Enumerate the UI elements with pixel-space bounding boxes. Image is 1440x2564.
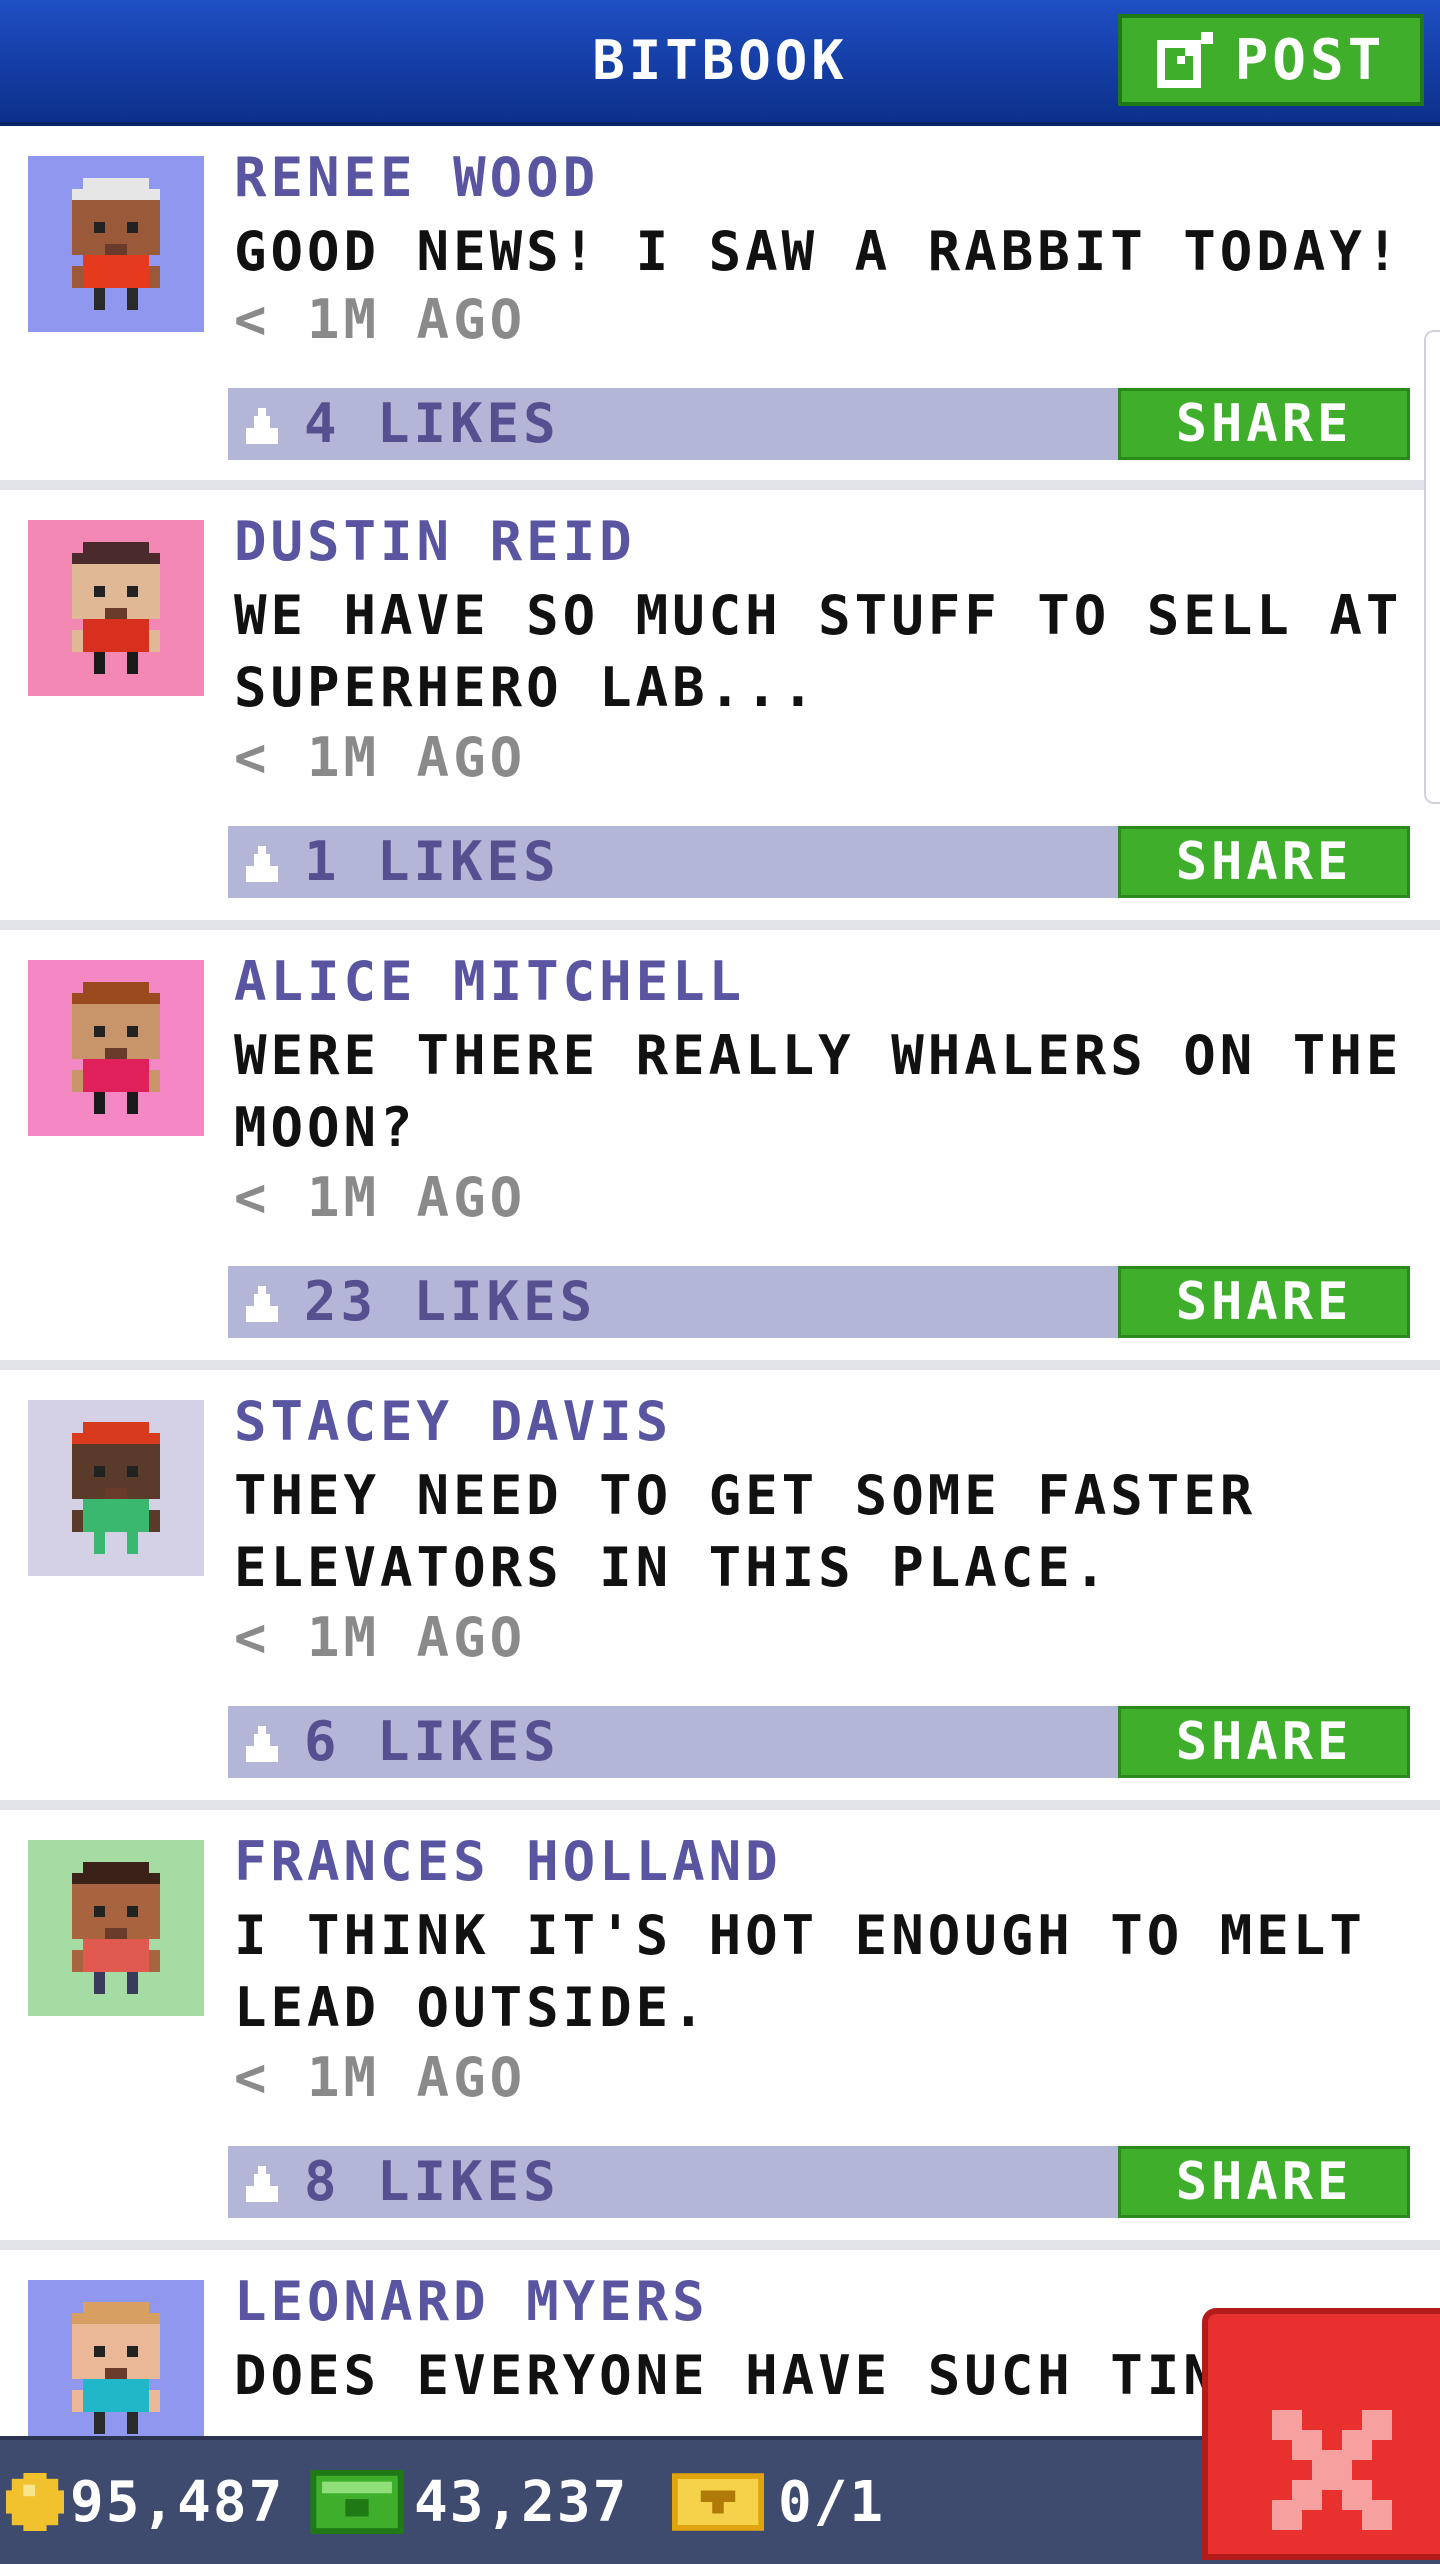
avatar[interactable] — [28, 1400, 204, 1576]
bux-stat: 43,237 — [310, 2440, 628, 2564]
post-message: WERE THERE REALLY WHALERS ON THE MOON? — [234, 1024, 1403, 1159]
compose-icon — [1156, 32, 1213, 88]
post-button-label: POST — [1234, 27, 1386, 93]
likes-count: 6 LIKES — [304, 1710, 560, 1773]
tickets-stat: 0/1 — [672, 2440, 885, 2564]
likes-bar: 1 LIKES SHARE — [228, 826, 1410, 898]
feed-post: ALICE MITCHELL WERE THERE REALLY WHALERS… — [0, 930, 1440, 1370]
coin-icon — [6, 2473, 64, 2531]
character-sprite — [72, 2302, 160, 2434]
post-author[interactable]: FRANCES HOLLAND — [234, 1830, 782, 1893]
bux-icon — [310, 2470, 404, 2534]
post-time: < 1M AGO — [234, 726, 527, 789]
likes-count: 4 LIKES — [304, 392, 560, 455]
post-author[interactable]: LEONARD MYERS — [234, 2270, 709, 2333]
likes-bar: 6 LIKES SHARE — [228, 1706, 1410, 1778]
like-icon[interactable] — [242, 408, 282, 448]
post-time: < 1M AGO — [234, 288, 527, 351]
share-button[interactable]: SHARE — [1118, 1266, 1410, 1338]
coins-stat: 95,487 — [6, 2440, 284, 2564]
close-button[interactable] — [1202, 2308, 1440, 2560]
share-button[interactable]: SHARE — [1118, 2146, 1410, 2218]
post-time: < 1M AGO — [234, 1166, 527, 1229]
like-icon[interactable] — [242, 1726, 282, 1766]
post-author[interactable]: DUSTIN REID — [234, 510, 636, 573]
bux-count: 43,237 — [414, 2469, 629, 2535]
tickets-count: 0/1 — [778, 2469, 886, 2535]
scrollbar[interactable] — [1424, 330, 1440, 804]
avatar[interactable] — [28, 520, 204, 696]
coins-count: 95,487 — [70, 2469, 285, 2535]
app-header: BITBOOK POST — [0, 0, 1440, 126]
post-time: < 1M AGO — [234, 2046, 527, 2109]
likes-bar: 8 LIKES SHARE — [228, 2146, 1410, 2218]
feed-post: FRANCES HOLLAND I THINK IT'S HOT ENOUGH … — [0, 1810, 1440, 2250]
post-message: GOOD NEWS! I SAW A RABBIT TODAY! — [234, 220, 1403, 283]
feed-post: RENEE WOOD GOOD NEWS! I SAW A RABBIT TOD… — [0, 126, 1440, 490]
close-icon — [1272, 2410, 1392, 2530]
post-author[interactable]: RENEE WOOD — [234, 146, 599, 209]
post-author[interactable]: ALICE MITCHELL — [234, 950, 745, 1013]
likes-count: 23 LIKES — [304, 1270, 597, 1333]
character-sprite — [72, 1422, 160, 1554]
post-time: < 1M AGO — [234, 1606, 527, 1669]
like-icon[interactable] — [242, 2166, 282, 2206]
share-button[interactable]: SHARE — [1118, 1706, 1410, 1778]
character-sprite — [72, 178, 160, 310]
avatar[interactable] — [28, 1840, 204, 2016]
post-message: WE HAVE SO MUCH STUFF TO SELL AT SUPERHE… — [234, 584, 1403, 719]
feed-post: STACEY DAVIS THEY NEED TO GET SOME FASTE… — [0, 1370, 1440, 1810]
share-button[interactable]: SHARE — [1118, 826, 1410, 898]
like-icon[interactable] — [242, 846, 282, 886]
avatar[interactable] — [28, 960, 204, 1136]
likes-bar: 4 LIKES SHARE — [228, 388, 1410, 460]
post-message: I THINK IT'S HOT ENOUGH TO MELT LEAD OUT… — [234, 1904, 1366, 2039]
post-button[interactable]: POST — [1118, 14, 1424, 106]
likes-count: 1 LIKES — [304, 830, 560, 893]
post-author[interactable]: STACEY DAVIS — [234, 1390, 672, 1453]
likes-bar: 23 LIKES SHARE — [228, 1266, 1410, 1338]
character-sprite — [72, 982, 160, 1114]
likes-count: 8 LIKES — [304, 2150, 560, 2213]
post-message: THEY NEED TO GET SOME FASTER ELEVATORS I… — [234, 1464, 1257, 1599]
avatar[interactable] — [28, 156, 204, 332]
avatar[interactable] — [28, 2280, 204, 2436]
like-icon[interactable] — [242, 1286, 282, 1326]
ticket-icon — [672, 2473, 764, 2531]
feed-post: DUSTIN REID WE HAVE SO MUCH STUFF TO SEL… — [0, 490, 1440, 930]
share-button[interactable]: SHARE — [1118, 388, 1410, 460]
character-sprite — [72, 542, 160, 674]
character-sprite — [72, 1862, 160, 1994]
